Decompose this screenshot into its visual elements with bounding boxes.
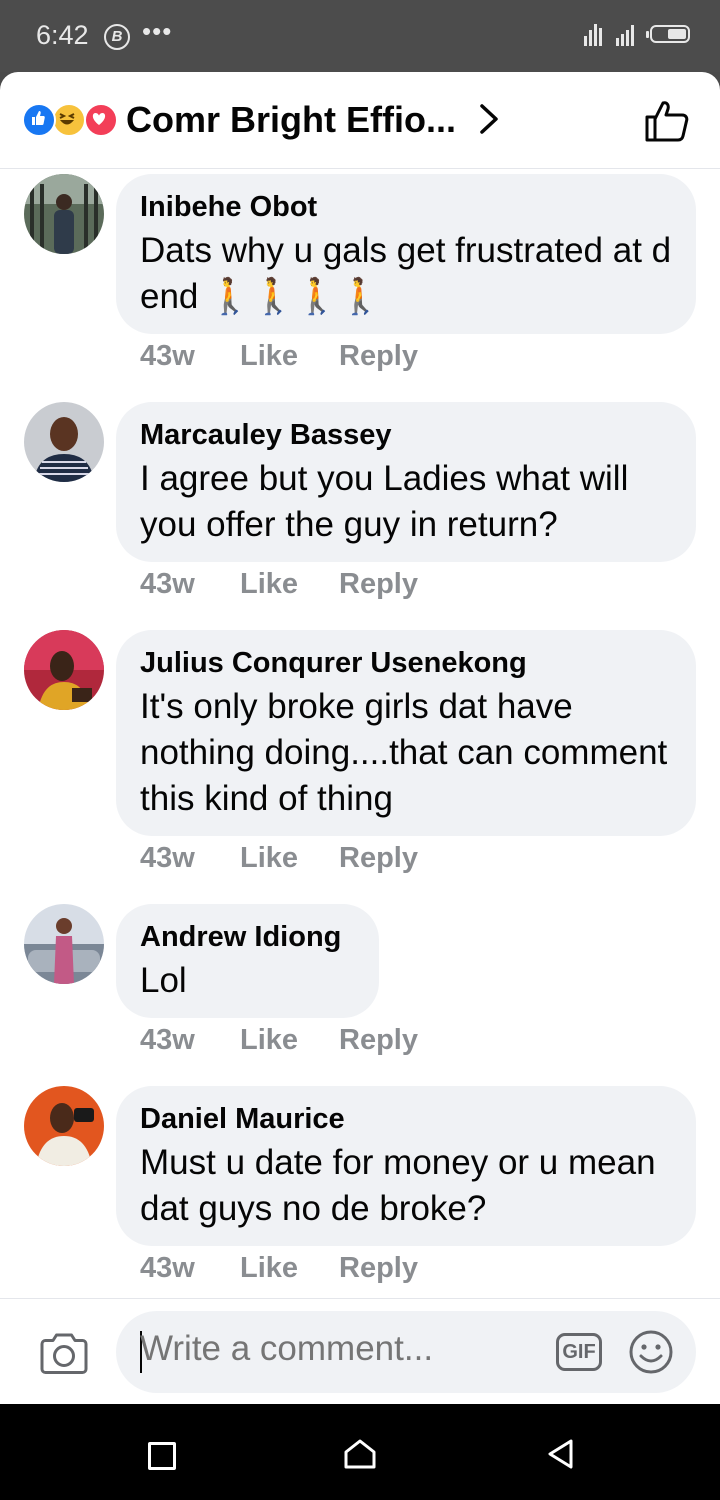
- comment-bubble[interactable]: Julius Conqurer Usenekong It's only brok…: [116, 630, 696, 836]
- comment-actions: 43w Like Reply: [140, 568, 418, 601]
- comment-time[interactable]: 43w: [140, 842, 240, 875]
- comment-time[interactable]: 43w: [140, 1024, 240, 1057]
- comment-bubble[interactable]: Marcauley Bassey I agree but you Ladies …: [116, 402, 696, 562]
- comment-actions: 43w Like Reply: [140, 1252, 418, 1285]
- like-button[interactable]: Like: [240, 568, 339, 601]
- comment-time[interactable]: 43w: [140, 568, 240, 601]
- post-title[interactable]: Comr Bright Effio...: [126, 99, 456, 141]
- haha-reaction-icon: [52, 103, 86, 137]
- thumbs-up-icon[interactable]: [644, 99, 690, 143]
- comment-input[interactable]: [140, 1329, 520, 1369]
- commenter-name[interactable]: Andrew Idiong: [140, 920, 355, 954]
- reply-button[interactable]: Reply: [339, 1024, 418, 1057]
- reply-button[interactable]: Reply: [339, 842, 418, 875]
- status-bar: 6:42 B •••: [0, 0, 720, 72]
- like-button[interactable]: Like: [240, 1252, 339, 1285]
- comments-sheet: Comr Bright Effio... Inibehe Obot Dats w…: [0, 72, 720, 1404]
- like-reaction-icon: [22, 103, 56, 137]
- comment-bubble[interactable]: Daniel Maurice Must u date for money or …: [116, 1086, 696, 1246]
- commenter-name[interactable]: Daniel Maurice: [140, 1102, 672, 1136]
- comment-text: It's only broke girls dat have nothing d…: [140, 687, 668, 818]
- comment-actions: 43w Like Reply: [140, 340, 418, 373]
- comment-bubble[interactable]: Inibehe Obot Dats why u gals get frustra…: [116, 174, 696, 334]
- reply-button[interactable]: Reply: [339, 568, 418, 601]
- emoji-icon[interactable]: [628, 1329, 674, 1375]
- commenter-name[interactable]: Inibehe Obot: [140, 190, 672, 224]
- avatar[interactable]: [24, 904, 104, 984]
- avatar[interactable]: [24, 402, 104, 482]
- comment-actions: 43w Like Reply: [140, 842, 418, 875]
- comment-bubble[interactable]: Andrew Idiong Lol: [116, 904, 379, 1018]
- comment-composer: GIF: [0, 1298, 720, 1404]
- home-icon[interactable]: [342, 1438, 378, 1470]
- recent-apps-icon[interactable]: [148, 1442, 176, 1470]
- gif-button[interactable]: GIF: [556, 1333, 602, 1371]
- status-time: 6:42: [36, 20, 89, 50]
- like-button[interactable]: Like: [240, 842, 339, 875]
- avatar[interactable]: [24, 630, 104, 710]
- comment-box[interactable]: GIF: [116, 1311, 696, 1393]
- like-button[interactable]: Like: [240, 340, 339, 373]
- system-nav-bar: [0, 1404, 720, 1500]
- commenter-name[interactable]: Marcauley Bassey: [140, 418, 672, 452]
- comment-text: Dats why u gals get frustrated at d end …: [140, 231, 672, 316]
- avatar[interactable]: [24, 174, 104, 254]
- reaction-summary[interactable]: [22, 103, 122, 137]
- comment-time[interactable]: 43w: [140, 340, 240, 373]
- back-icon[interactable]: [546, 1438, 576, 1470]
- like-button[interactable]: Like: [240, 1024, 339, 1057]
- love-reaction-icon: [84, 103, 118, 137]
- comment-text: Lol: [140, 961, 187, 1000]
- signal-icon: [584, 24, 634, 46]
- comment-actions: 43w Like Reply: [140, 1024, 418, 1057]
- b-badge-icon: B: [104, 24, 130, 50]
- commenter-name[interactable]: Julius Conqurer Usenekong: [140, 646, 672, 680]
- reply-button[interactable]: Reply: [339, 340, 418, 373]
- comment-text: I agree but you Ladies what will you off…: [140, 459, 629, 544]
- post-header: Comr Bright Effio...: [0, 72, 720, 169]
- avatar[interactable]: [24, 1086, 104, 1166]
- comment-time[interactable]: 43w: [140, 1252, 240, 1285]
- camera-icon[interactable]: [38, 1332, 90, 1376]
- chevron-right-icon[interactable]: [476, 102, 502, 136]
- more-notifications-icon: •••: [142, 16, 173, 46]
- battery-icon: [646, 25, 690, 43]
- reply-button[interactable]: Reply: [339, 1252, 418, 1285]
- comment-text: Must u date for money or u mean dat guys…: [140, 1143, 656, 1228]
